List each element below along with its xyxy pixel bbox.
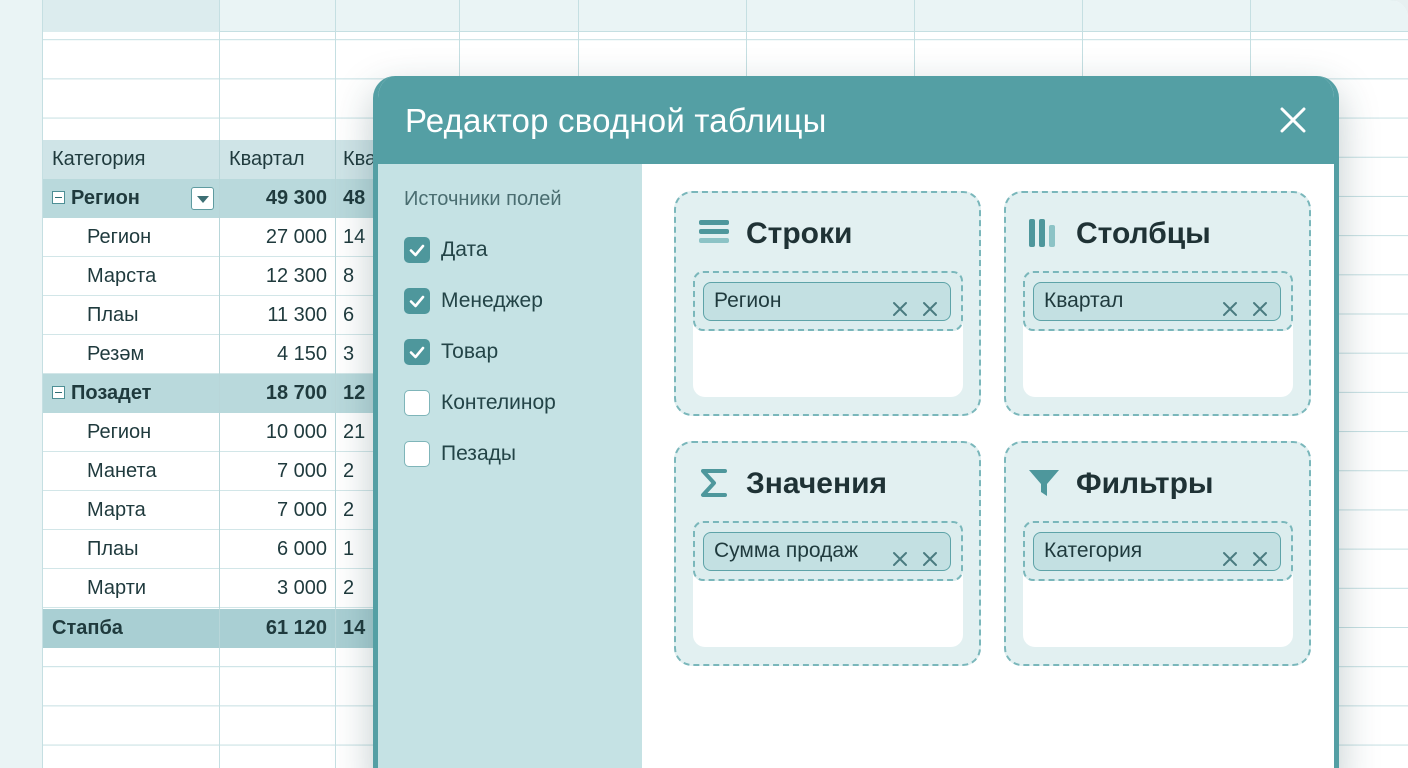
field-label: Менеджер: [441, 289, 543, 312]
pivot-cell[interactable]: 3 000: [219, 569, 335, 608]
pivot-cell[interactable]: 12 300: [219, 257, 335, 296]
close-icon[interactable]: [922, 293, 938, 316]
pivot-row-label: Регион: [87, 421, 152, 443]
pivot-total-row[interactable]: Стапба 61 120 14: [43, 609, 383, 648]
pivot-cell[interactable]: 7 000: [219, 491, 335, 530]
chip-label: Регион: [714, 289, 782, 312]
zone-title: Фильтры: [1076, 467, 1214, 500]
pivot-cell[interactable]: 61 120: [219, 609, 335, 648]
pivot-row[interactable]: Марти 3 000 2: [43, 569, 383, 608]
column-header-cell: [43, 0, 219, 32]
sigma-icon: [698, 467, 730, 499]
drop-target[interactable]: Сумма продаж: [693, 521, 963, 581]
values-zone[interactable]: Значения Сумма продаж: [674, 441, 981, 666]
checkbox-checked[interactable]: [404, 339, 430, 365]
pivot-cell[interactable]: 27 000: [219, 218, 335, 257]
pivot-row[interactable]: Манета 7 000 2: [43, 452, 383, 491]
checkbox-unchecked[interactable]: [404, 390, 430, 416]
pivot-cell[interactable]: 7 000: [219, 452, 335, 491]
field-chip[interactable]: Категория: [1033, 532, 1281, 571]
pivot-row-label: Марти: [87, 577, 147, 599]
pivot-row-label: Манета: [87, 460, 157, 482]
close-icon[interactable]: [1222, 543, 1238, 566]
zone-title: Строки: [746, 217, 853, 250]
pivot-group-row[interactable]: Регион 49 300 48: [43, 179, 383, 218]
row-header-strip: [0, 0, 43, 768]
pivot-row-label: Стапба: [52, 617, 123, 639]
pivot-row-text: Позадет: [71, 382, 152, 404]
close-icon[interactable]: [922, 543, 938, 566]
pivot-cell[interactable]: 18 700: [219, 374, 335, 413]
pivot-cell[interactable]: 49 300: [219, 179, 335, 218]
columns-zone[interactable]: Столбцы Квартал: [1004, 191, 1311, 416]
pivot-header-row: Категория Квартал Ква: [43, 140, 383, 179]
pivot-row-text: Регион: [71, 187, 140, 209]
field-label: Товар: [441, 340, 499, 363]
chip-label: Категория: [1044, 539, 1143, 562]
close-icon[interactable]: [1279, 106, 1307, 134]
dialog-header: Редактор сводной таблицы: [378, 76, 1334, 164]
field-label: Контелинор: [441, 391, 556, 414]
rows-zone[interactable]: Строки Регион: [674, 191, 981, 416]
rows-icon: [698, 217, 730, 249]
pivot-row-label: Резәм: [87, 343, 145, 365]
field-label: Пезады: [441, 442, 516, 465]
pivot-row[interactable]: Марта 7 000 2: [43, 491, 383, 530]
field-list-pane: Источники полей Дата Менеджер Товар Конт…: [378, 164, 642, 768]
pivot-row-label: Регион: [87, 226, 152, 248]
pivot-row-label: Плаы: [87, 538, 139, 560]
drop-target[interactable]: Категория: [1023, 521, 1293, 581]
zone-title: Значения: [746, 467, 888, 500]
pivot-row[interactable]: Марста 12 300 8: [43, 257, 383, 296]
pivot-row[interactable]: Резәм 4 150 3: [43, 335, 383, 374]
pivot-group-row[interactable]: Позадет 18 700 12: [43, 374, 383, 413]
dialog-title: Редактор сводной таблицы: [405, 102, 827, 139]
pivot-header-quarter[interactable]: Квартал: [219, 140, 335, 179]
field-list-title: Источники полей: [404, 188, 562, 210]
close-icon[interactable]: [1252, 543, 1268, 566]
drop-target[interactable]: Квартал: [1023, 271, 1293, 331]
pivot-row-label: Регион: [43, 179, 219, 218]
drop-target[interactable]: Регион: [693, 271, 963, 331]
pivot-cell[interactable]: 4 150: [219, 335, 335, 374]
field-chip[interactable]: Сумма продаж: [703, 532, 951, 571]
field-label: Дата: [441, 238, 488, 261]
pivot-header-category[interactable]: Категория: [43, 140, 219, 179]
pivot-row[interactable]: Плаы 11 300 6: [43, 296, 383, 335]
checkbox-unchecked[interactable]: [404, 441, 430, 467]
collapse-icon[interactable]: [52, 190, 65, 204]
close-icon[interactable]: [1252, 293, 1268, 316]
pivot-row-label: Плаы: [87, 304, 139, 326]
collapse-icon[interactable]: [52, 385, 65, 399]
pivot-row-label: Марта: [87, 499, 146, 521]
pivot-row-label: Позадет: [43, 374, 219, 413]
chip-label: Квартал: [1044, 289, 1124, 312]
close-icon[interactable]: [892, 543, 908, 566]
pivot-row-label: Марста: [87, 265, 157, 287]
checkbox-checked[interactable]: [404, 237, 430, 263]
filters-zone[interactable]: Фильтры Категория: [1004, 441, 1311, 666]
close-icon[interactable]: [892, 293, 908, 316]
filter-dropdown-button[interactable]: [191, 187, 214, 210]
field-chip[interactable]: Регион: [703, 282, 951, 321]
checkbox-checked[interactable]: [404, 288, 430, 314]
pivot-cell[interactable]: 11 300: [219, 296, 335, 335]
pivot-row[interactable]: Регион 10 000 21: [43, 413, 383, 452]
pivot-row[interactable]: Регион 27 000 14: [43, 218, 383, 257]
chip-label: Сумма продаж: [714, 539, 859, 562]
zone-title: Столбцы: [1076, 217, 1211, 250]
columns-icon: [1028, 217, 1060, 249]
pivot-editor-dialog: Редактор сводной таблицы Источники полей…: [373, 76, 1339, 768]
pivot-cell[interactable]: 10 000: [219, 413, 335, 452]
field-chip[interactable]: Квартал: [1033, 282, 1281, 321]
pivot-cell[interactable]: 6 000: [219, 530, 335, 569]
pivot-row[interactable]: Плаы 6 000 1: [43, 530, 383, 569]
close-icon[interactable]: [1222, 293, 1238, 316]
filter-icon: [1028, 467, 1060, 499]
